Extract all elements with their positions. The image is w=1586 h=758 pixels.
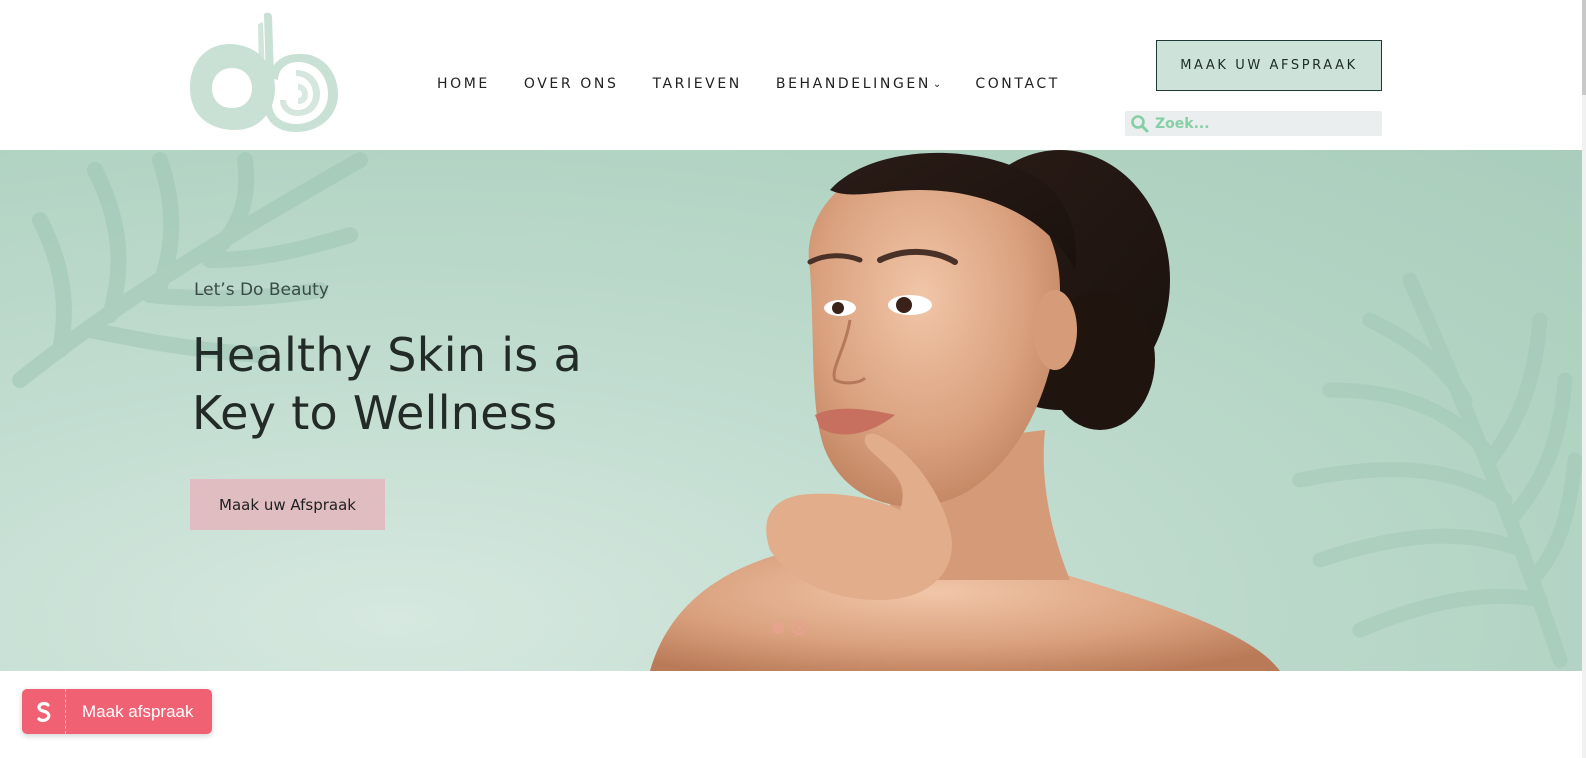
- model-portrait-image: [650, 150, 1280, 671]
- nav-tarieven-label: TARIEVEN: [652, 76, 742, 92]
- hero-title: Healthy Skin is a Key to Wellness: [192, 328, 582, 440]
- nav-over-ons[interactable]: OVER ONS: [524, 76, 619, 92]
- nav-home-label: HOME: [437, 76, 490, 92]
- hero-appointment-label: Maak uw Afspraak: [219, 495, 356, 514]
- hero-subtitle: Let’s Do Beauty: [194, 280, 329, 300]
- booking-widget-button[interactable]: Maak afspraak: [22, 689, 212, 734]
- salonized-s-icon: [22, 689, 66, 734]
- main-nav: HOME OVER ONS TARIEVEN BEHANDELINGEN ⌄ CO…: [437, 76, 1094, 92]
- chevron-down-icon: ⌄: [932, 78, 942, 90]
- booking-widget-label: Maak afspraak: [82, 701, 194, 721]
- page-scrollbar[interactable]: [1582, 0, 1586, 758]
- nav-behandelingen-label: BEHANDELINGEN: [775, 76, 931, 92]
- slider-dot-1[interactable]: [772, 621, 784, 634]
- search-input[interactable]: [1155, 115, 1375, 132]
- nav-behandelingen[interactable]: BEHANDELINGEN ⌄: [776, 76, 941, 92]
- palm-leaf-decoration-right: [1292, 272, 1582, 668]
- scrollbar-thumb[interactable]: [1582, 0, 1586, 95]
- book-appointment-button[interactable]: MAAK UW AFSPRAAK: [1156, 40, 1382, 91]
- brand-logo[interactable]: [190, 8, 340, 134]
- slider-pagination: [772, 620, 807, 635]
- hero-appointment-button[interactable]: Maak uw Afspraak: [190, 479, 385, 530]
- nav-home[interactable]: HOME: [437, 76, 490, 92]
- nav-contact[interactable]: CONTACT: [975, 76, 1060, 92]
- nav-contact-label: CONTACT: [975, 76, 1060, 92]
- search-icon[interactable]: [1125, 111, 1155, 136]
- search-bar: [1125, 111, 1382, 136]
- site-header: HOME OVER ONS TARIEVEN BEHANDELINGEN ⌄ CO…: [0, 0, 1582, 150]
- slider-dot-2-active[interactable]: [792, 620, 807, 635]
- book-appointment-label: MAAK UW AFSPRAAK: [1180, 58, 1358, 73]
- hero-slider: Let’s Do Beauty Healthy Skin is a Key to…: [0, 150, 1582, 671]
- nav-over-ons-label: OVER ONS: [523, 76, 619, 92]
- nav-tarieven[interactable]: TARIEVEN: [652, 76, 741, 92]
